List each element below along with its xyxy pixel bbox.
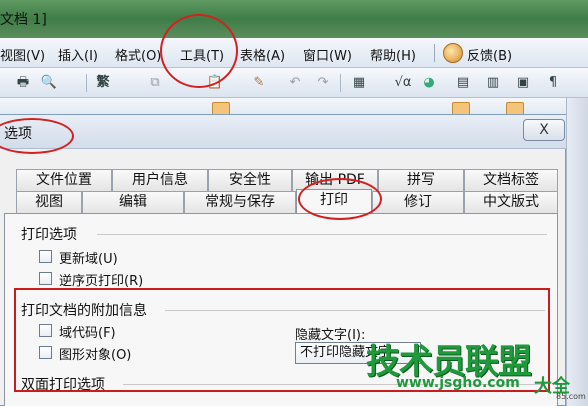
drawing-objects-label: 图形对象(O) xyxy=(59,348,132,363)
traditional-chinese-button[interactable]: 繁 xyxy=(94,74,112,92)
chart-icon[interactable]: ◕ xyxy=(420,74,438,92)
print-options-label: 打印选项 xyxy=(21,227,77,243)
menu-view[interactable]: 视图(V) xyxy=(0,45,45,64)
window-titlebar: 文档 1] xyxy=(0,0,588,38)
tab-document-tags[interactable]: 文档标签 xyxy=(464,169,558,191)
dialog-title: 选项 xyxy=(4,126,32,142)
tab-print[interactable]: 打印 xyxy=(296,189,372,213)
watermark-url: www.jsgho.com xyxy=(396,375,520,391)
toolbar-separator xyxy=(340,74,341,92)
redo-icon[interactable]: ↷ xyxy=(314,74,332,92)
paste-icon[interactable]: 📋 xyxy=(206,74,224,92)
toolbar-separator xyxy=(86,74,87,92)
menu-feedback[interactable]: 反馈(B) xyxy=(467,45,512,64)
update-fields-checkbox[interactable] xyxy=(39,250,52,263)
window-title: 文档 1] xyxy=(0,12,47,28)
tab-edit[interactable]: 编辑 xyxy=(82,191,184,213)
tab-general-save[interactable]: 常规与保存 xyxy=(184,191,296,213)
hidden-text-label: 隐藏文字(I): xyxy=(295,328,366,343)
show-hide-icon[interactable]: ¶ xyxy=(544,74,562,92)
feedback-icon[interactable] xyxy=(443,43,463,63)
menu-insert[interactable]: 插入(I) xyxy=(58,45,98,64)
group-divider xyxy=(97,234,547,235)
watermark-tiny: 85.com xyxy=(556,392,586,401)
field-codes-checkbox[interactable] xyxy=(39,324,52,337)
print-icon[interactable]: 🖶 xyxy=(14,74,32,92)
tab-revisions[interactable]: 修订 xyxy=(372,191,464,213)
duplex-options-label: 双面打印选项 xyxy=(21,377,105,393)
format-painter-icon[interactable]: ✎ xyxy=(250,74,268,92)
menu-table[interactable]: 表格(A) xyxy=(240,45,285,64)
menu-help[interactable]: 帮助(H) xyxy=(370,45,416,64)
tab-output-pdf[interactable]: 输出 PDF xyxy=(292,169,378,191)
formula-icon[interactable]: √α xyxy=(394,74,412,92)
menu-tools[interactable]: 工具(T) xyxy=(180,45,224,64)
reverse-print-label: 逆序页打印(R) xyxy=(59,274,144,289)
tab-file-locations[interactable]: 文件位置 xyxy=(16,169,112,191)
tab-user-info[interactable]: 用户信息 xyxy=(112,169,208,191)
tab-chinese-layout[interactable]: 中文版式 xyxy=(464,191,558,213)
reverse-print-checkbox[interactable] xyxy=(39,272,52,285)
undo-icon[interactable]: ↶ xyxy=(286,74,304,92)
field-codes-label: 域代码(F) xyxy=(59,326,116,341)
print-preview-icon[interactable]: 🔍 xyxy=(40,74,58,92)
menu-separator xyxy=(434,44,435,62)
tab-security[interactable]: 安全性 xyxy=(208,169,292,191)
close-icon[interactable]: X xyxy=(523,119,565,141)
copy-icon[interactable]: ⧉ xyxy=(146,74,164,92)
menu-bar: 视图(V) 插入(I) 格式(O) 工具(T) 表格(A) 窗口(W) 帮助(H… xyxy=(0,38,588,68)
grid-icon[interactable]: ▤ xyxy=(454,74,472,92)
tab-spelling[interactable]: 拼写 xyxy=(378,169,464,191)
document-map-icon[interactable]: ▣ xyxy=(514,74,532,92)
group-divider xyxy=(165,310,545,311)
update-fields-label: 更新域(U) xyxy=(59,252,118,267)
menu-window[interactable]: 窗口(W) xyxy=(303,45,352,64)
vertical-scrollbar[interactable] xyxy=(566,98,588,406)
standard-toolbar: 🖶 🔍 繁 ⧉ 📋 ✎ ↶ ↷ ▦ √α ◕ ▤ ▥ ▣ ¶ xyxy=(0,68,588,98)
columns-icon[interactable]: ▥ xyxy=(484,74,502,92)
drawing-objects-checkbox[interactable] xyxy=(39,346,52,359)
tab-view[interactable]: 视图 xyxy=(16,191,82,213)
dialog-titlebar: 选项 X xyxy=(0,115,566,149)
menu-format[interactable]: 格式(O) xyxy=(115,45,161,64)
insert-table-icon[interactable]: ▦ xyxy=(350,74,368,92)
extra-info-label: 打印文档的附加信息 xyxy=(21,303,147,319)
